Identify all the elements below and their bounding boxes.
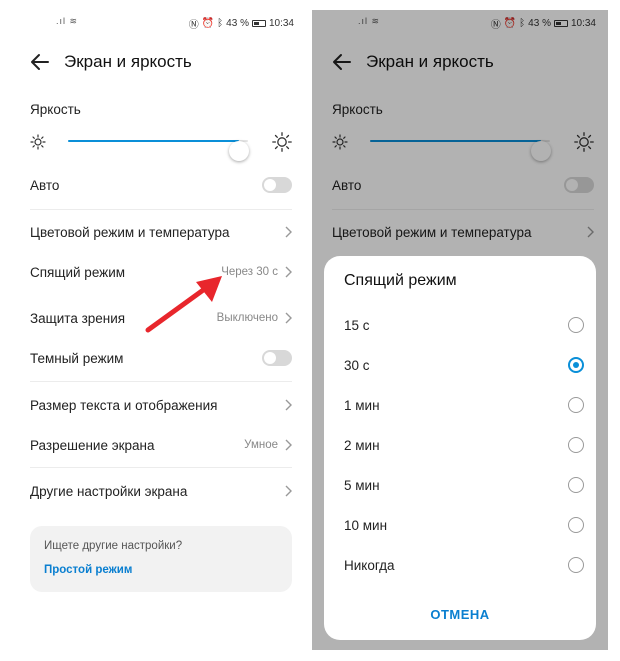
hint-card: Ищете другие настройки? Простой режим [30, 526, 292, 592]
alarm-icon: ⏰ [201, 18, 215, 29]
battery-percent: 43 % [226, 18, 249, 29]
slider-fill [68, 140, 239, 142]
cancel-button[interactable]: ОТМЕНА [324, 600, 596, 630]
option-30s[interactable]: 30 с [344, 350, 584, 380]
sun-small-icon [30, 134, 46, 150]
row-label: Размер текста и отображения [30, 397, 218, 413]
signal-icon: .ıl ≋ [56, 16, 79, 26]
option-never[interactable]: Никогда [344, 550, 584, 580]
option-label: 10 мин [344, 517, 388, 533]
red-arrow-annotation [145, 276, 222, 333]
page-title: Экран и яркость [64, 52, 192, 71]
radio-button[interactable] [568, 517, 584, 533]
option-15s[interactable]: 15 с [344, 310, 584, 340]
option-1min[interactable]: 1 мин [344, 390, 584, 420]
back-arrow-icon[interactable] [28, 50, 52, 74]
brightness-label: Яркость [30, 102, 81, 117]
hint-text: Ищете другие настройки? [44, 540, 183, 552]
status-bar: .ıl ≋ Ⓝ ⏰ ᛒ 43 % 10:34 [10, 10, 306, 32]
slider-thumb[interactable] [229, 141, 249, 161]
auto-brightness-label: Авто [30, 177, 60, 193]
radio-button[interactable] [568, 397, 584, 413]
dialog-title: Спящий режим [344, 272, 457, 289]
battery-icon [251, 20, 266, 27]
settings-screen: .ıl ≋ Ⓝ ⏰ ᛒ 43 % 10:34 Экран и яркость Я… [10, 10, 306, 650]
dark-mode-row[interactable]: Темный режим [30, 338, 292, 378]
option-label: 15 с [344, 317, 370, 333]
slider-track[interactable] [68, 140, 249, 161]
simple-mode-link[interactable]: Простой режим [44, 564, 132, 576]
option-label: 5 мин [344, 477, 380, 493]
option-label: 2 мин [344, 437, 380, 453]
auto-brightness-row[interactable]: Авто [30, 165, 292, 205]
dark-mode-toggle[interactable] [262, 350, 292, 366]
resolution-row[interactable]: Разрешение экрана Умное [30, 425, 292, 465]
option-label: 1 мин [344, 397, 380, 413]
option-5min[interactable]: 5 мин [344, 470, 584, 500]
chevron-right-icon [285, 439, 292, 451]
divider [30, 381, 292, 382]
option-2min[interactable]: 2 мин [344, 430, 584, 460]
row-label: Разрешение экрана [30, 437, 155, 453]
chevron-right-icon [285, 399, 292, 411]
nfc-icon: Ⓝ [188, 20, 199, 31]
option-label: Никогда [344, 557, 395, 573]
chevron-right-icon [285, 226, 292, 238]
brightness-slider[interactable] [30, 130, 292, 161]
row-label: Другие настройки экрана [30, 483, 188, 499]
option-label: 30 с [344, 357, 370, 373]
settings-screen-with-dialog: .ıl ≋ Ⓝ ⏰ ᛒ 43 % 10:34 Экран и яркость Я… [312, 10, 608, 650]
row-label: Цветовой режим и температура [30, 224, 230, 240]
radio-button[interactable] [568, 477, 584, 493]
clock: 10:34 [268, 18, 294, 29]
text-size-row[interactable]: Размер текста и отображения [30, 385, 292, 425]
other-settings-row[interactable]: Другие настройки экрана [30, 471, 292, 511]
option-10min[interactable]: 10 мин [344, 510, 584, 540]
sun-large-icon [272, 132, 292, 152]
auto-brightness-toggle[interactable] [262, 177, 292, 193]
radio-button[interactable] [568, 437, 584, 453]
bluetooth-icon: ᛒ [217, 18, 224, 29]
divider [30, 467, 292, 468]
app-bar: Экран и яркость [10, 46, 306, 80]
chevron-right-icon [285, 485, 292, 497]
radio-button-selected[interactable] [568, 357, 584, 373]
divider [30, 209, 292, 210]
sleep-mode-dialog: Спящий режим 15 с 30 с 1 мин 2 мин 5 мин… [324, 256, 596, 640]
radio-button[interactable] [568, 317, 584, 333]
status-right: Ⓝ ⏰ ᛒ 43 % 10:34 [189, 16, 294, 31]
row-label: Темный режим [30, 350, 124, 366]
chevron-right-icon [285, 312, 292, 324]
chevron-right-icon [285, 266, 292, 278]
radio-button[interactable] [568, 557, 584, 573]
row-value: Умное [244, 439, 278, 451]
color-mode-row[interactable]: Цветовой режим и температура [30, 212, 292, 252]
